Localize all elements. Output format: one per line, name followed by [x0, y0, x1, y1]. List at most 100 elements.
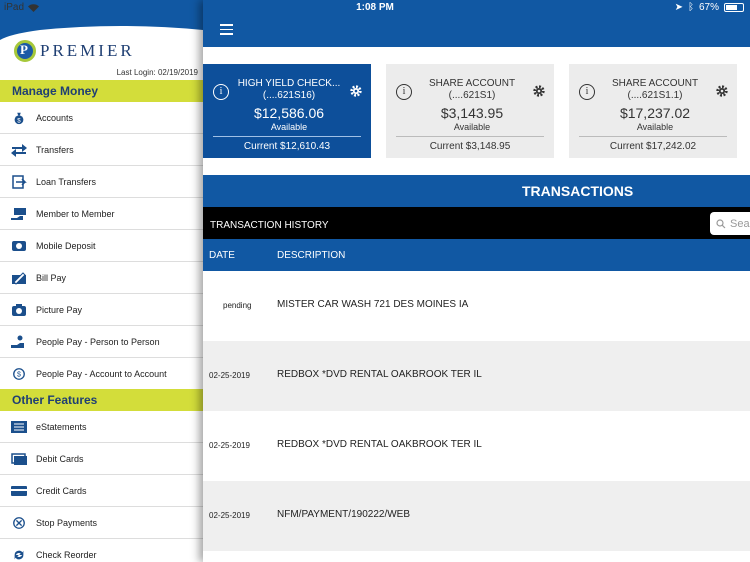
- transaction-date: pending: [223, 301, 252, 310]
- gear-icon[interactable]: [715, 84, 729, 98]
- location-icon: ➤: [674, 2, 683, 13]
- transaction-row[interactable]: 02-25-2019 REDBOX *DVD RENTAL OAKBROOK T…: [203, 411, 750, 481]
- menu-credit-cards[interactable]: Credit Cards: [0, 475, 203, 507]
- menu-stop-payments[interactable]: Stop Payments: [0, 507, 203, 539]
- menu-check-reorder[interactable]: Check Reorder: [0, 539, 203, 562]
- current-balance: Current $17,242.02: [609, 141, 697, 152]
- column-header: DATE DESCRIPTION: [203, 239, 750, 271]
- transaction-history-label: TRANSACTION HISTORY: [210, 220, 329, 231]
- transaction-row[interactable]: pending MISTER CAR WASH 721 DES MOINES I…: [203, 271, 750, 341]
- divider: [579, 136, 727, 137]
- menu-mobile-deposit[interactable]: Mobile Deposit: [0, 230, 203, 262]
- menu-accounts[interactable]: $ Accounts: [0, 102, 203, 134]
- current-balance: Current $12,610.43: [243, 141, 331, 152]
- transaction-history-bar: TRANSACTION HISTORY Sear: [203, 207, 750, 239]
- battery-icon: [724, 3, 744, 12]
- camera-icon: [10, 303, 28, 317]
- transaction-row[interactable]: 02-25-2019 REDBOX *DVD RENTAL OAKBROOK T…: [203, 341, 750, 411]
- info-icon[interactable]: i: [213, 84, 229, 100]
- transaction-row[interactable]: 02-25-2019 NFM/PAYMENT/190222/WEB: [203, 481, 750, 551]
- menu-bill-pay[interactable]: Bill Pay: [0, 262, 203, 294]
- transactions-title: TRANSACTIONS: [522, 183, 634, 199]
- menu-label: eStatements: [36, 421, 87, 432]
- menu-icon[interactable]: [220, 24, 233, 35]
- menu-label: Stop Payments: [36, 517, 98, 528]
- stop-icon: [10, 516, 28, 530]
- available-label: Available: [636, 122, 674, 132]
- transfer-arrows-icon: [10, 143, 28, 157]
- transaction-description: MISTER CAR WASH 721 DES MOINES IA: [277, 299, 469, 310]
- transaction-date: 02-25-2019: [209, 371, 250, 380]
- transaction-date: 02-25-2019: [209, 511, 250, 520]
- account-name: SHARE ACCOUNT: [428, 78, 516, 89]
- menu-label: Transfers: [36, 144, 74, 155]
- account-name: HIGH YIELD CHECK...: [237, 78, 341, 89]
- account-balance: $12,586.06: [253, 105, 325, 121]
- menu-member-to-member[interactable]: Member to Member: [0, 198, 203, 230]
- menu-people-pay-account[interactable]: $ People Pay - Account to Account: [0, 358, 203, 390]
- info-icon[interactable]: i: [579, 84, 595, 100]
- menu-loan-transfers[interactable]: Loan Transfers: [0, 166, 203, 198]
- account-card-high-yield[interactable]: i HIGH YIELD CHECK... (....621S16) $12,5…: [203, 64, 371, 158]
- account-card-share-1[interactable]: i SHARE ACCOUNT (....621S1) $3,143.95 Av…: [386, 64, 554, 158]
- menu-label: Mobile Deposit: [36, 240, 96, 251]
- money-bag-icon: $: [10, 111, 28, 125]
- menu-estatements[interactable]: eStatements: [0, 411, 203, 443]
- main-panel: i HIGH YIELD CHECK... (....621S16) $12,5…: [203, 0, 750, 562]
- account-name: SHARE ACCOUNT: [611, 78, 699, 89]
- transaction-description: REDBOX *DVD RENTAL OAKBROOK TER IL: [277, 369, 482, 380]
- available-label: Available: [453, 122, 491, 132]
- search-input[interactable]: Sear: [710, 212, 750, 235]
- menu-picture-pay[interactable]: Picture Pay: [0, 294, 203, 326]
- statement-icon: [10, 420, 28, 434]
- status-right: ➤ ᛒ 67%: [675, 2, 744, 13]
- divider: [396, 136, 544, 137]
- info-icon[interactable]: i: [396, 84, 412, 100]
- debit-card-icon: [10, 452, 28, 466]
- loan-transfer-icon: [10, 174, 28, 189]
- svg-text:$: $: [17, 371, 21, 378]
- menu-label: Credit Cards: [36, 485, 87, 496]
- person-pay-icon: [10, 335, 28, 349]
- menu-label: Accounts: [36, 112, 74, 123]
- transaction-date: 02-25-2019: [209, 441, 250, 450]
- available-label: Available: [270, 122, 308, 132]
- status-bar: iPad 1:08 PM ➤ ᛒ 67%: [0, 0, 750, 16]
- account-number: (....621S16): [262, 90, 316, 101]
- gear-icon[interactable]: [349, 84, 363, 98]
- menu-label: People Pay - Account to Account: [36, 368, 167, 379]
- credit-card-icon: [10, 484, 28, 498]
- account-balance: $17,237.02: [619, 105, 691, 121]
- section-other-features: Other Features: [0, 389, 203, 411]
- account-balance: $3,143.95: [440, 105, 504, 121]
- account-card-share-2[interactable]: i SHARE ACCOUNT (....621S1.1) $17,237.02…: [569, 64, 737, 158]
- member-transfer-icon: [10, 207, 28, 221]
- account-pay-icon: $: [10, 367, 28, 381]
- account-number: (....621S1): [448, 90, 496, 101]
- battery-percent: 67%: [698, 2, 719, 13]
- section-manage-money: Manage Money: [0, 80, 203, 102]
- menu-transfers[interactable]: Transfers: [0, 134, 203, 166]
- menu-label: Picture Pay: [36, 304, 83, 315]
- gear-icon[interactable]: [532, 84, 546, 98]
- transactions-header: TRANSACTIONS: [203, 175, 750, 207]
- menu-label: People Pay - Person to Person: [36, 336, 160, 347]
- menu-debit-cards[interactable]: Debit Cards: [0, 443, 203, 475]
- current-balance: Current $3,148.95: [429, 141, 511, 152]
- last-login: Last Login: 02/19/2019: [116, 68, 198, 77]
- search-icon: [716, 218, 726, 228]
- search-placeholder: Sear: [730, 217, 750, 230]
- menu-people-pay-person[interactable]: People Pay - Person to Person: [0, 326, 203, 358]
- reorder-icon: [10, 548, 28, 562]
- transaction-description: REDBOX *DVD RENTAL OAKBROOK TER IL: [277, 439, 482, 450]
- premier-logo: PREMIER: [14, 40, 135, 62]
- svg-text:$: $: [17, 117, 21, 124]
- menu-label: Debit Cards: [36, 453, 84, 464]
- menu-label: Member to Member: [36, 208, 115, 219]
- status-time: 1:08 PM: [356, 2, 394, 13]
- column-date: DATE: [209, 250, 235, 261]
- account-number: (....621S1.1): [627, 90, 683, 101]
- transaction-description: NFM/PAYMENT/190222/WEB: [277, 509, 410, 520]
- divider: [213, 136, 361, 137]
- brand-name: PREMIER: [40, 41, 135, 60]
